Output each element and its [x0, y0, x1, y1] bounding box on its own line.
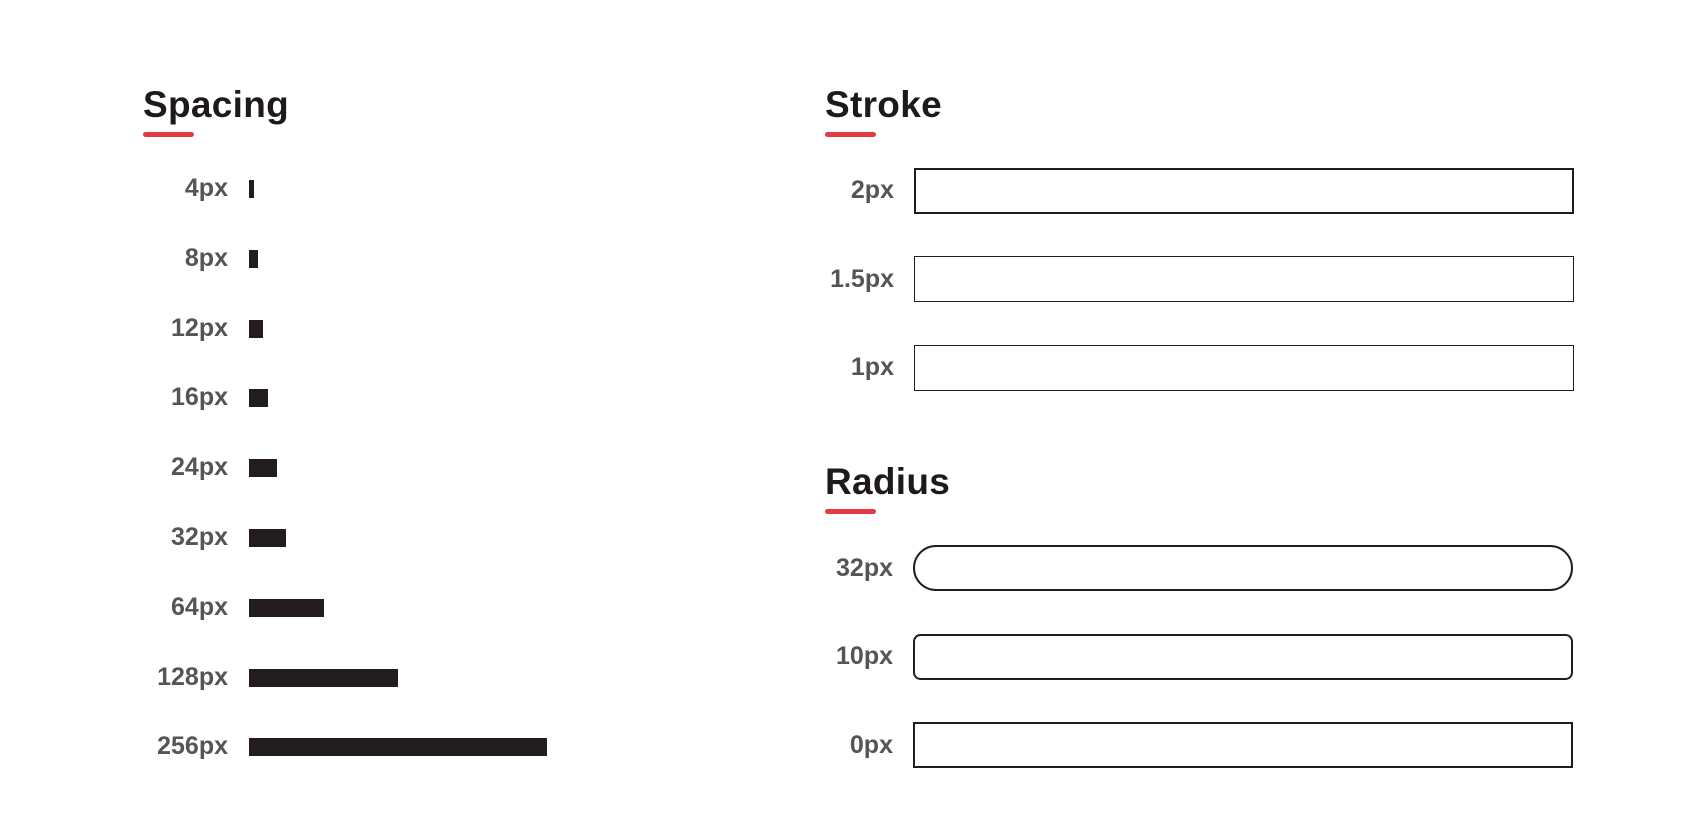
- spacing-title: Spacing: [143, 84, 290, 125]
- spacing-bar-4: [249, 180, 254, 198]
- spacing-label-4: 4px: [184, 174, 228, 202]
- spacing-label-32: 32px: [171, 523, 228, 551]
- spacing-title-underline: [143, 132, 194, 137]
- spacing-label-24: 24px: [171, 453, 228, 481]
- spacing-bar-16: [249, 389, 268, 407]
- spacing-bar-12: [249, 320, 263, 338]
- radius-label-10: 10px: [836, 642, 893, 670]
- spacing-bar-64: [249, 599, 324, 617]
- radius-title: Radius: [825, 461, 951, 502]
- style-guide: Spacing 4px 8px 12px 16px 24px 32px 64px…: [0, 0, 1684, 813]
- spacing-label-64: 64px: [171, 593, 228, 621]
- spacing-label-256: 256px: [157, 732, 228, 760]
- stroke-sample-1: [914, 345, 1574, 391]
- radius-label-32: 32px: [836, 554, 893, 582]
- stroke-title-underline: [825, 132, 876, 137]
- radius-sample-10: [913, 634, 1573, 680]
- spacing-bar-32: [249, 529, 286, 547]
- spacing-bar-256: [249, 738, 547, 756]
- stroke-title: Stroke: [825, 84, 942, 125]
- stroke-sample-1-5: [914, 256, 1574, 302]
- radius-label-0: 0px: [849, 731, 893, 759]
- radius-sample-32: [913, 545, 1573, 591]
- radius-title-underline: [825, 509, 876, 514]
- spacing-label-8: 8px: [184, 244, 228, 272]
- spacing-bar-24: [249, 459, 277, 477]
- spacing-bar-8: [249, 250, 258, 268]
- radius-sample-0: [913, 722, 1573, 768]
- stroke-label-1-5: 1.5px: [830, 265, 894, 293]
- stroke-label-1: 1px: [850, 353, 894, 381]
- stroke-label-2: 2px: [850, 176, 894, 204]
- spacing-bar-128: [249, 669, 398, 687]
- spacing-label-16: 16px: [171, 383, 228, 411]
- stroke-sample-2: [914, 168, 1574, 214]
- spacing-label-12: 12px: [171, 314, 228, 342]
- spacing-label-128: 128px: [157, 663, 228, 691]
